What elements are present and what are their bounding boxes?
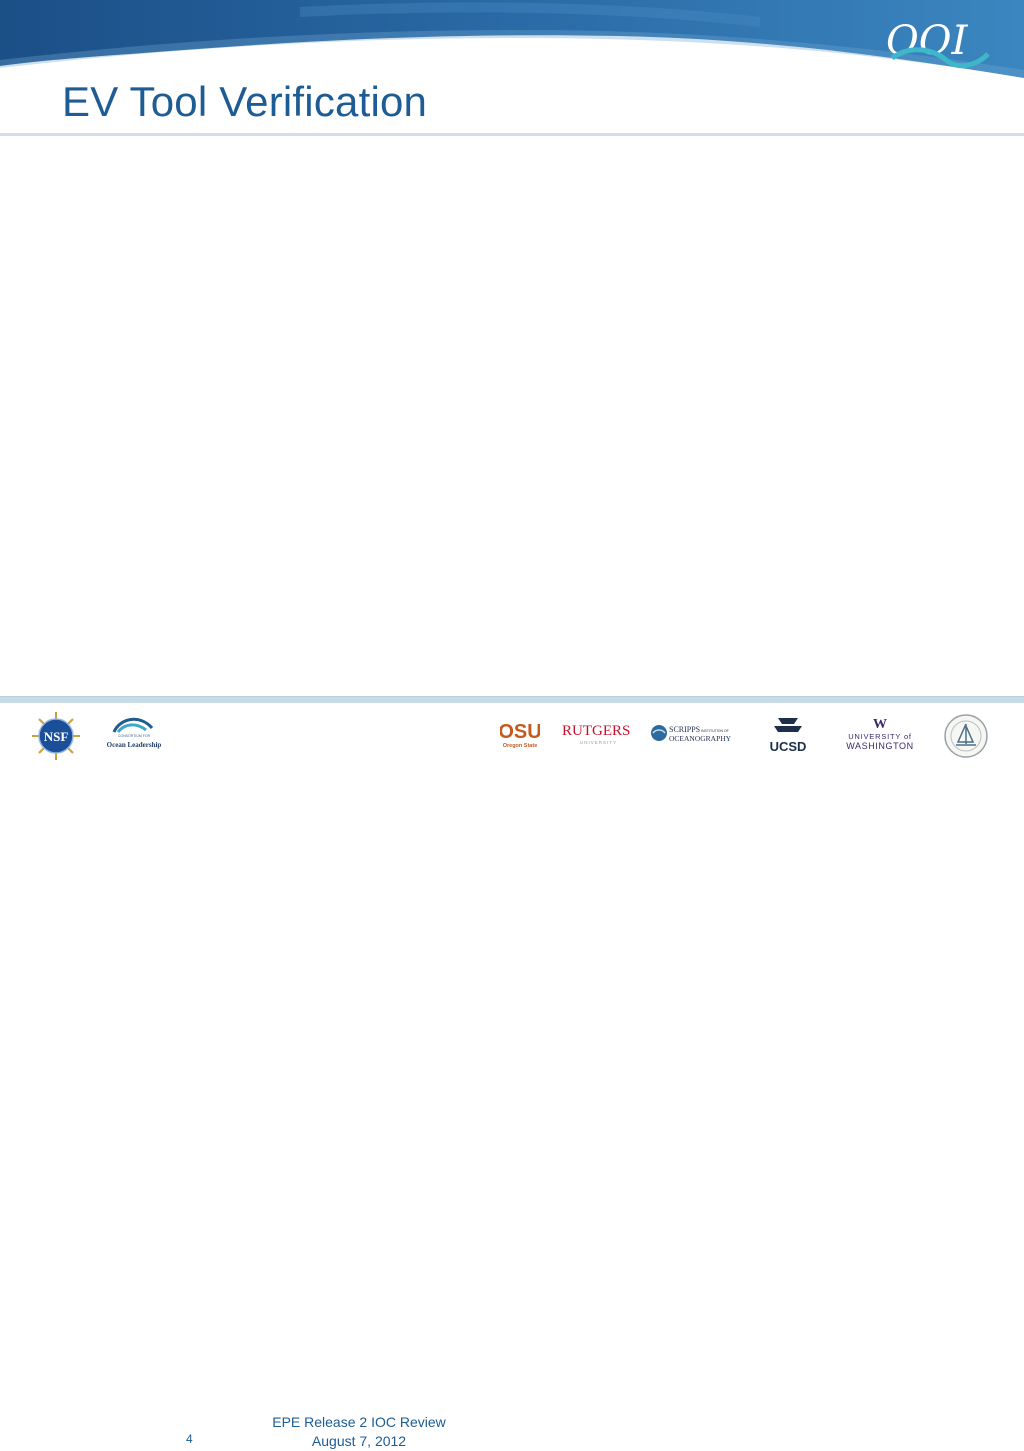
svg-text:UCSD: UCSD xyxy=(770,739,807,754)
footer-event-title: EPE Release 2 IOC Review xyxy=(272,1414,446,1430)
ucsd-logo: UCSD xyxy=(764,714,812,754)
whoi-seal-logo xyxy=(942,712,990,760)
uw-logo: W UNIVERSITY of WASHINGTON xyxy=(842,714,918,754)
ooi-logo: OOI xyxy=(882,14,994,72)
svg-text:INSTITUTION OF: INSTITUTION OF xyxy=(701,729,729,733)
svg-text:Oregon State: Oregon State xyxy=(503,743,538,749)
svg-text:OCEANOGRAPHY: OCEANOGRAPHY xyxy=(669,734,732,743)
footer: NSF CONSORTIUM FOR Ocean Leadership 4 EP… xyxy=(0,702,1024,1449)
header-wave xyxy=(0,0,1024,78)
osu-logo: OSU Oregon State xyxy=(500,714,540,754)
footer-caption: EPE Release 2 IOC Review August 7, 2012 xyxy=(246,1413,472,1451)
svg-text:Ocean Leadership: Ocean Leadership xyxy=(107,741,162,749)
ooi-logo-text: OOI xyxy=(886,18,969,64)
scripps-logo: SCRIPPS INSTITUTION OF OCEANOGRAPHY xyxy=(650,720,738,746)
svg-text:CONSORTIUM FOR: CONSORTIUM FOR xyxy=(118,734,151,738)
title-divider xyxy=(0,133,1024,136)
nsf-logo: NSF xyxy=(32,712,80,760)
footer-date: August 7, 2012 xyxy=(311,1433,407,1449)
page-number: 4 xyxy=(186,1432,193,1446)
slide-title: EV Tool Verification xyxy=(62,78,428,125)
header-band xyxy=(0,0,1024,80)
svg-text:RUTGERS: RUTGERS xyxy=(562,723,630,739)
ocean-leadership-logo: CONSORTIUM FOR Ocean Leadership xyxy=(104,714,164,754)
slide-content-area xyxy=(0,140,1024,690)
svg-text:WASHINGTON: WASHINGTON xyxy=(846,741,914,751)
svg-text:W: W xyxy=(873,717,887,732)
svg-text:SCRIPPS: SCRIPPS xyxy=(669,725,700,734)
svg-text:NSF: NSF xyxy=(44,729,69,744)
svg-text:UNIVERSITY: UNIVERSITY xyxy=(580,740,617,745)
svg-text:UNIVERSITY of: UNIVERSITY of xyxy=(848,732,912,741)
svg-text:OSU: OSU xyxy=(500,721,540,743)
rutgers-logo: RUTGERS UNIVERSITY xyxy=(562,720,636,746)
